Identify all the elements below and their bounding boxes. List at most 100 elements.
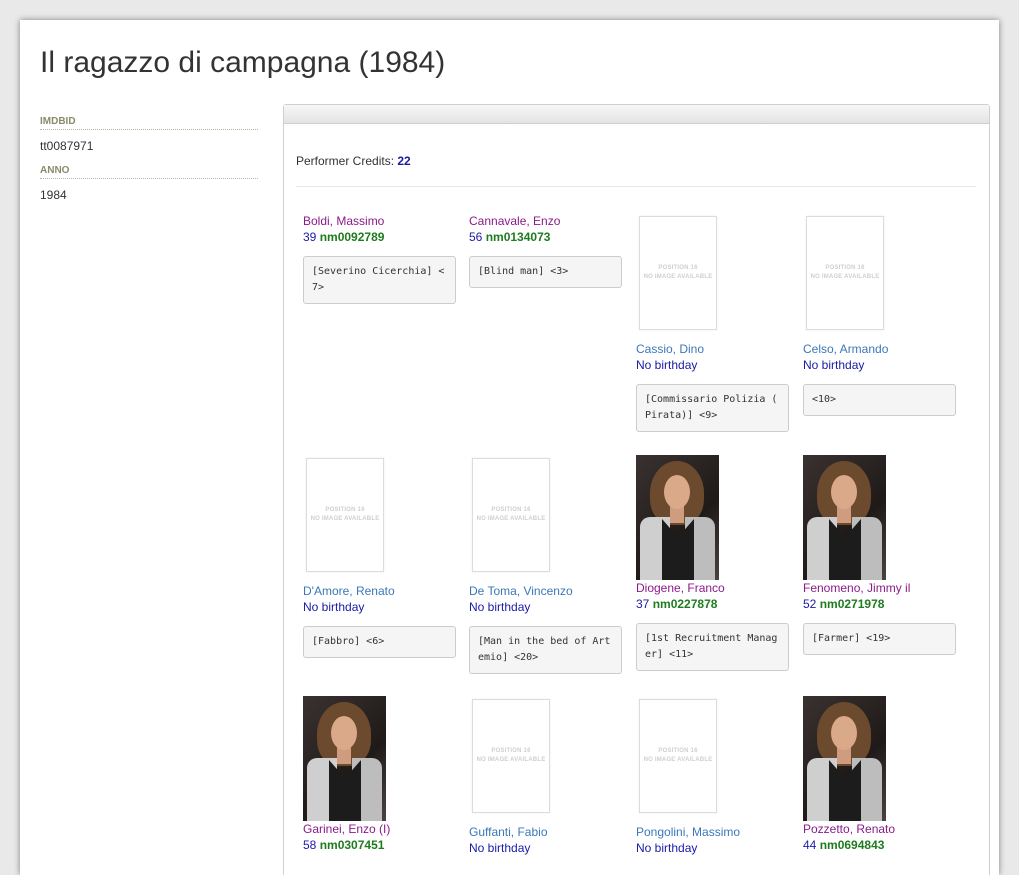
- browser-window: Il ragazzo di campagna (1984) IMDBID tt0…: [20, 20, 999, 875]
- performer-name-link[interactable]: De Toma, Vincenzo: [469, 583, 622, 599]
- credits-panel: Performer Credits: 22 Boldi, Massimo 39 …: [283, 104, 990, 875]
- placeholder-line1: POSITION 16: [658, 265, 698, 271]
- performer-photo-wrap: POSITION 16 NO IMAGE AVAILABLE: [303, 458, 456, 583]
- performer-role: [Fabbro] <6>: [303, 626, 456, 658]
- divider: [296, 186, 976, 187]
- performer-nm-link[interactable]: nm0307451: [320, 838, 385, 852]
- performer-nm-link[interactable]: nm0694843: [820, 838, 885, 852]
- placeholder-line1: POSITION 16: [825, 265, 865, 271]
- performer-birthday: No birthday: [803, 358, 865, 372]
- performer-card: Pozzetto, Renato 44 nm0694843: [803, 696, 956, 853]
- performer-photo[interactable]: [636, 455, 719, 580]
- performer-name-link[interactable]: Guffanti, Fabio: [469, 824, 622, 840]
- performer-name-link[interactable]: Pozzetto, Renato: [803, 821, 956, 837]
- performer-name-link[interactable]: Cannavale, Enzo: [469, 213, 622, 229]
- performer-role: [Commissario Polizia ( Pirata)] <9>: [636, 384, 789, 432]
- performer-info: 56 nm0134073: [469, 229, 622, 245]
- performer-credits-count: 22: [397, 154, 411, 168]
- performer-photo-wrap: [636, 455, 789, 580]
- performer-birthday: No birthday: [636, 358, 698, 372]
- imdbid-value: tt0087971: [40, 139, 94, 153]
- performer-photo-wrap: POSITION 16 NO IMAGE AVAILABLE: [636, 699, 789, 824]
- placeholder-line2: NO IMAGE AVAILABLE: [643, 757, 713, 763]
- performer-credits: Performer Credits: 22: [296, 154, 411, 168]
- placeholder-line2: NO IMAGE AVAILABLE: [476, 757, 546, 763]
- performer-info: 44 nm0694843: [803, 837, 956, 853]
- performer-age: 58: [303, 838, 317, 852]
- performer-name-link[interactable]: Cassio, Dino: [636, 341, 789, 357]
- placeholder-line2: NO IMAGE AVAILABLE: [810, 274, 880, 280]
- anno-value: 1984: [40, 188, 67, 202]
- no-image-placeholder: POSITION 16 NO IMAGE AVAILABLE: [472, 699, 550, 813]
- performer-card: POSITION 16 NO IMAGE AVAILABLE Celso, Ar…: [803, 213, 956, 416]
- placeholder-line1: POSITION 16: [491, 507, 531, 513]
- performer-name-link[interactable]: Boldi, Massimo: [303, 213, 456, 229]
- performer-name-link[interactable]: Fenomeno, Jimmy il: [803, 580, 956, 596]
- performer-info: 37 nm0227878: [636, 596, 789, 612]
- performer-card: Cannavale, Enzo 56 nm0134073 [Blind man]…: [469, 213, 622, 288]
- panel-header: [284, 105, 989, 124]
- placeholder-line1: POSITION 16: [491, 748, 531, 754]
- performer-info: 52 nm0271978: [803, 596, 956, 612]
- performer-name-link[interactable]: Diogene, Franco: [636, 580, 789, 596]
- performer-photo-wrap: POSITION 16 NO IMAGE AVAILABLE: [469, 458, 622, 583]
- performer-photo-wrap: [803, 455, 956, 580]
- performer-nm-link[interactable]: nm0271978: [820, 597, 885, 611]
- performer-birthday: No birthday: [303, 600, 365, 614]
- placeholder-line2: NO IMAGE AVAILABLE: [310, 516, 380, 522]
- no-image-placeholder: POSITION 16 NO IMAGE AVAILABLE: [806, 216, 884, 330]
- performer-age: 56: [469, 230, 483, 244]
- performer-name-link[interactable]: D'Amore, Renato: [303, 583, 456, 599]
- performer-role: [1st Recruitment Manager] <11>: [636, 623, 789, 671]
- performer-photo-wrap: [303, 696, 456, 821]
- performer-nm-link[interactable]: nm0227878: [653, 597, 718, 611]
- no-image-placeholder: POSITION 16 NO IMAGE AVAILABLE: [639, 699, 717, 813]
- performer-photo[interactable]: [303, 696, 386, 821]
- performer-role: [Farmer] <19>: [803, 623, 956, 655]
- performer-info: 58 nm0307451: [303, 837, 456, 853]
- performer-age: 37: [636, 597, 650, 611]
- performer-role: [Blind man] <3>: [469, 256, 622, 288]
- performer-birthday: No birthday: [469, 841, 531, 855]
- performer-card: Boldi, Massimo 39 nm0092789 [Severino Ci…: [303, 213, 456, 304]
- performer-card: POSITION 16 NO IMAGE AVAILABLE Guffanti,…: [469, 696, 622, 856]
- performer-nm-link[interactable]: nm0092789: [320, 230, 385, 244]
- performer-photo[interactable]: [803, 455, 886, 580]
- performer-card: Fenomeno, Jimmy il 52 nm0271978 [Farmer]…: [803, 455, 956, 655]
- performer-card: POSITION 16 NO IMAGE AVAILABLE De Toma, …: [469, 455, 622, 674]
- page-title: Il ragazzo di campagna (1984): [40, 46, 446, 79]
- performer-birthday: No birthday: [636, 841, 698, 855]
- performer-name-link[interactable]: Celso, Armando: [803, 341, 956, 357]
- performer-card: POSITION 16 NO IMAGE AVAILABLE Cassio, D…: [636, 213, 789, 432]
- performer-nm-link[interactable]: nm0134073: [486, 230, 551, 244]
- performer-role: [Man in the bed of Artemio] <20>: [469, 626, 622, 674]
- performer-age: 44: [803, 838, 817, 852]
- performer-info: 39 nm0092789: [303, 229, 456, 245]
- performer-role: [Severino Cicerchia] <7>: [303, 256, 456, 304]
- placeholder-line1: POSITION 16: [325, 507, 365, 513]
- anno-label: ANNO: [40, 165, 258, 179]
- performer-card: Garinei, Enzo (I) 58 nm0307451: [303, 696, 456, 853]
- performer-name-link[interactable]: Garinei, Enzo (I): [303, 821, 456, 837]
- placeholder-line2: NO IMAGE AVAILABLE: [643, 274, 713, 280]
- performer-photo-wrap: [803, 696, 956, 821]
- performer-age: 39: [303, 230, 317, 244]
- performer-role: <10>: [803, 384, 956, 416]
- performer-birthday: No birthday: [469, 600, 531, 614]
- placeholder-line2: NO IMAGE AVAILABLE: [476, 516, 546, 522]
- no-image-placeholder: POSITION 16 NO IMAGE AVAILABLE: [472, 458, 550, 572]
- performer-name-link[interactable]: Pongolini, Massimo: [636, 824, 789, 840]
- performer-photo-wrap: POSITION 16 NO IMAGE AVAILABLE: [803, 216, 956, 341]
- sidebar: IMDBID tt0087971 ANNO 1984: [40, 116, 258, 214]
- no-image-placeholder: POSITION 16 NO IMAGE AVAILABLE: [306, 458, 384, 572]
- performer-credits-label: Performer Credits:: [296, 154, 395, 168]
- performer-card: POSITION 16 NO IMAGE AVAILABLE D'Amore, …: [303, 455, 456, 658]
- performer-age: 52: [803, 597, 817, 611]
- performer-photo-wrap: POSITION 16 NO IMAGE AVAILABLE: [469, 699, 622, 824]
- performer-photo[interactable]: [803, 696, 886, 821]
- performer-card: POSITION 16 NO IMAGE AVAILABLE Pongolini…: [636, 696, 789, 856]
- performer-card: Diogene, Franco 37 nm0227878 [1st Recrui…: [636, 455, 789, 671]
- no-image-placeholder: POSITION 16 NO IMAGE AVAILABLE: [639, 216, 717, 330]
- imdbid-label: IMDBID: [40, 116, 258, 130]
- placeholder-line1: POSITION 16: [658, 748, 698, 754]
